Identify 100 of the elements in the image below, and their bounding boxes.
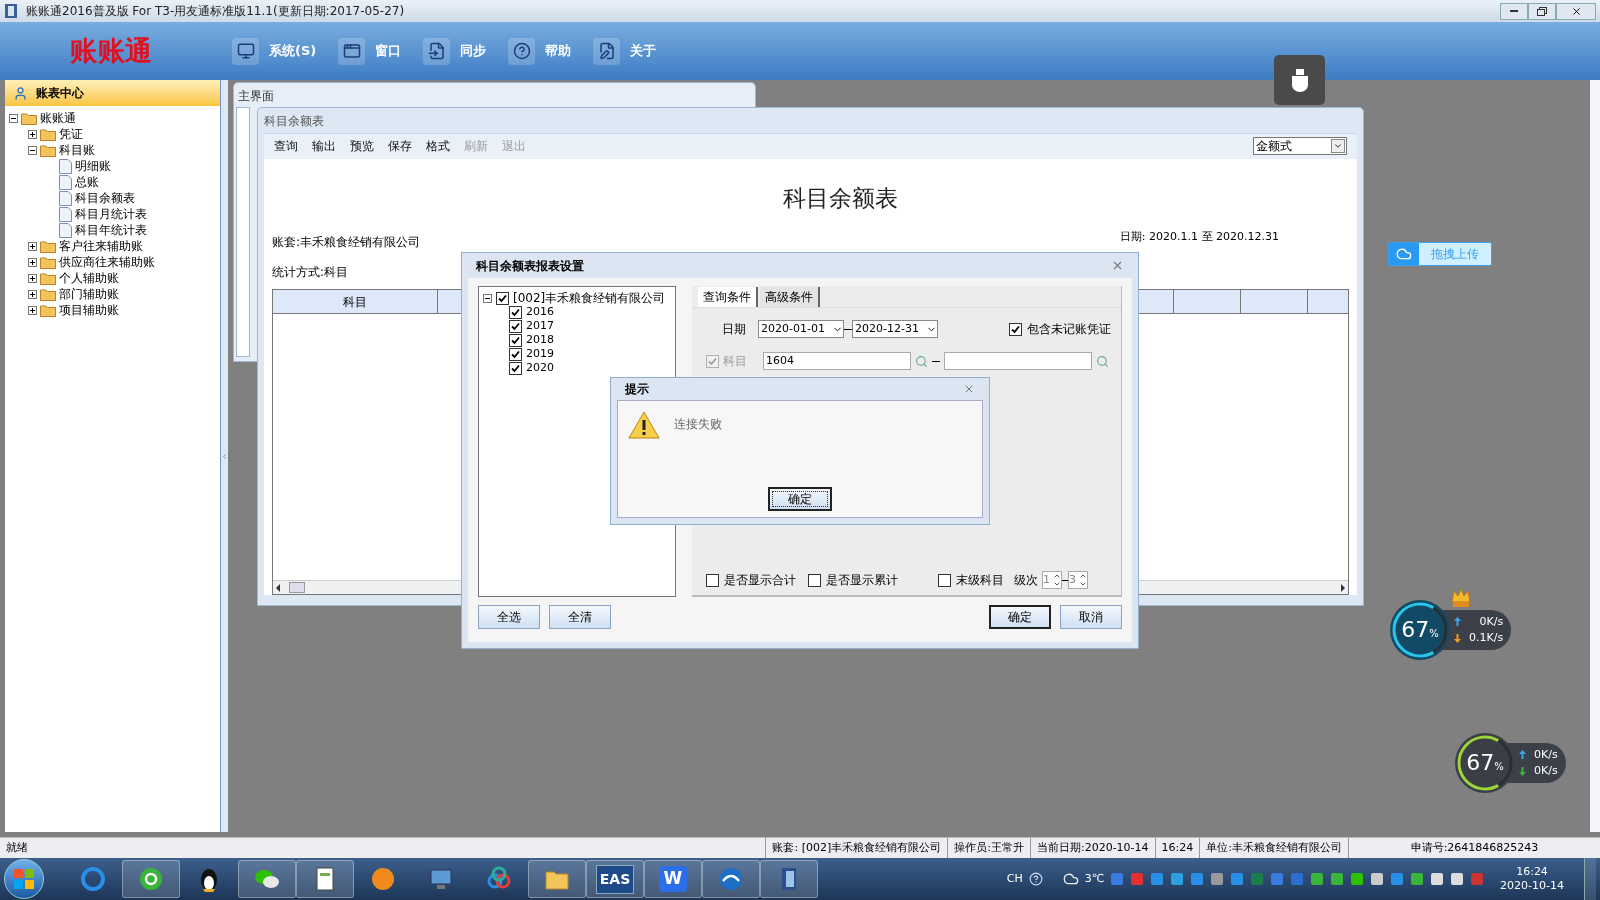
help-icon — [508, 37, 536, 65]
level-to-spinner[interactable]: 3 — [1068, 571, 1088, 589]
tree-item[interactable]: 科目余额表 — [75, 192, 135, 204]
tray-icon[interactable] — [1450, 872, 1465, 886]
window-title: 账账通2016普及版 For T3-用友通标准版11.1(更新日期:2017-05-27) — [26, 3, 405, 20]
upload-speed: 0K/s — [1479, 613, 1504, 630]
minimize-icon — [1510, 10, 1518, 12]
tray-icon[interactable] — [1210, 872, 1225, 886]
alert-message: 连接失败 — [674, 416, 722, 433]
down-arrow-icon — [1519, 766, 1526, 776]
scroll-left-icon[interactable] — [275, 583, 281, 592]
tree-item[interactable]: 项目辅助账 — [59, 304, 119, 316]
browser-icon[interactable] — [137, 865, 165, 893]
button[interactable]: 取消 — [1060, 605, 1122, 629]
button[interactable]: 全清 — [549, 605, 611, 629]
tab[interactable]: 高级条件 — [760, 287, 820, 307]
checkbox[interactable] — [706, 573, 719, 587]
toolbar-button[interactable]: 预览 — [350, 137, 374, 156]
scroll-thumb[interactable] — [289, 582, 305, 593]
close-icon[interactable] — [963, 383, 975, 395]
scroll-right-icon[interactable] — [1340, 583, 1346, 592]
checkbox[interactable] — [1009, 322, 1022, 336]
warning-icon — [628, 411, 660, 439]
document-icon — [59, 222, 72, 238]
collapse-icon[interactable] — [483, 293, 492, 303]
toolbar-button[interactable]: 输出 — [312, 137, 336, 156]
checkbox[interactable] — [509, 347, 522, 361]
tab[interactable]: 查询条件 — [698, 287, 758, 307]
checkbox[interactable] — [509, 361, 522, 375]
show-desktop-button[interactable] — [1584, 858, 1596, 900]
tray-icon[interactable] — [1310, 872, 1325, 886]
tray-icon[interactable] — [1170, 872, 1185, 886]
globe-icon[interactable] — [717, 865, 745, 893]
expand-icon[interactable] — [28, 257, 37, 267]
tree-item[interactable]: 科目账 — [59, 144, 95, 156]
button[interactable]: 确定 — [989, 605, 1051, 629]
tree-item[interactable]: 个人辅助账 — [59, 272, 119, 284]
language-indicator[interactable]: CH — [1006, 870, 1023, 888]
clock[interactable]: 16:24 2020-10-14 — [1500, 865, 1564, 893]
date-to-field[interactable]: 2020-12-31 — [852, 320, 938, 338]
checkbox-label: 包含未记账凭证 — [1027, 321, 1111, 338]
tree-item[interactable]: 科目月统计表 — [75, 208, 147, 220]
folder-icon — [40, 303, 56, 317]
dialog-title: 提示 — [625, 381, 649, 398]
toolbar-button[interactable]: 保存 — [388, 137, 412, 156]
tree-item[interactable]: 供应商往来辅助账 — [59, 256, 155, 268]
document-icon — [59, 158, 72, 174]
tree-item[interactable]: 客户往来辅助账 — [59, 240, 143, 252]
expand-icon[interactable] — [28, 305, 37, 315]
circle-app-icon[interactable] — [369, 865, 397, 893]
tab[interactable]: 主界面 — [238, 87, 274, 105]
checkbox[interactable] — [509, 319, 522, 333]
date-from-field[interactable]: 2020-01-01 — [758, 320, 844, 338]
tray-icon[interactable] — [1350, 872, 1365, 886]
monitor-icon — [232, 37, 259, 65]
tray-icon[interactable] — [1370, 872, 1385, 886]
tray-icon[interactable] — [1430, 872, 1445, 886]
checkbox[interactable] — [938, 573, 951, 587]
usb-button[interactable] — [1274, 55, 1325, 105]
checkbox[interactable] — [496, 291, 509, 305]
help-icon[interactable] — [1028, 872, 1043, 886]
ok-button[interactable]: 确定 — [768, 487, 832, 511]
tree-item[interactable]: 明细账 — [75, 160, 111, 172]
tray-icon[interactable] — [1330, 872, 1345, 886]
checkbox[interactable] — [509, 333, 522, 347]
cloud-icon — [1396, 246, 1412, 262]
format-select[interactable]: 金额式 — [1253, 137, 1347, 156]
restore-icon — [1537, 6, 1547, 16]
restore-button[interactable] — [1528, 2, 1556, 20]
document-icon — [59, 206, 72, 222]
collapse-icon[interactable] — [28, 145, 37, 155]
checkbox[interactable] — [509, 305, 522, 319]
toolbar-button[interactable]: 格式 — [426, 137, 450, 156]
expand-icon[interactable] — [28, 289, 37, 299]
level-from-spinner[interactable]: 1 — [1042, 571, 1062, 589]
tree-item[interactable]: 部门辅助账 — [59, 288, 119, 300]
download-speed: 0K/s — [1534, 763, 1558, 779]
expand-icon[interactable] — [28, 129, 37, 139]
collapse-icon[interactable] — [9, 113, 18, 123]
app-logo[interactable]: EAS — [595, 864, 635, 894]
start-button[interactable] — [4, 859, 44, 899]
tree-item[interactable]: 总账 — [75, 176, 99, 188]
expand-icon[interactable] — [28, 241, 37, 251]
logo: 账账通 — [70, 33, 155, 68]
minimize-button[interactable] — [1500, 2, 1528, 20]
splitter-handle[interactable] — [221, 451, 228, 461]
tree-item[interactable]: 科目年统计表 — [75, 224, 147, 236]
close-icon[interactable] — [1111, 259, 1124, 272]
tray-icon[interactable] — [1410, 872, 1425, 886]
tree-item[interactable]: 凭证 — [59, 128, 83, 140]
start-icon — [13, 868, 35, 890]
button[interactable]: 全选 — [478, 605, 540, 629]
checkbox[interactable] — [808, 573, 821, 587]
usb-drive-icon — [1289, 68, 1310, 92]
subject-to-field[interactable] — [944, 352, 1092, 370]
toolbar-button[interactable]: 查询 — [274, 137, 298, 156]
tree-item[interactable]: 账账通 — [40, 112, 76, 124]
browser-icon[interactable] — [79, 865, 107, 893]
expand-icon[interactable] — [28, 273, 37, 283]
app-logo[interactable]: W — [659, 866, 687, 892]
